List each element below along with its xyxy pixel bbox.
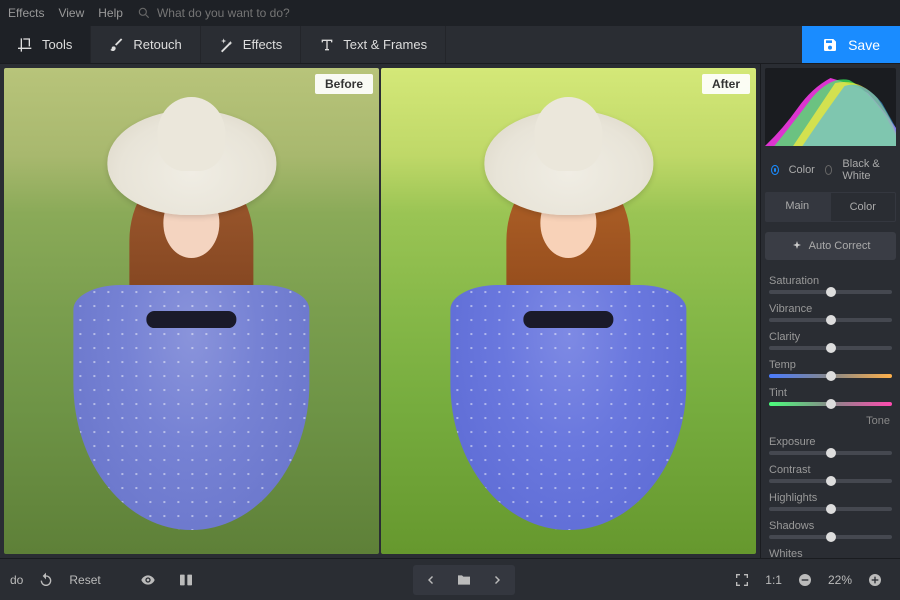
- bottom-bar: do Reset 1:1 22%: [0, 558, 900, 600]
- undo-label[interactable]: do: [10, 573, 23, 587]
- slider-highlights[interactable]: Highlights: [769, 492, 892, 511]
- tab-retouch[interactable]: Retouch: [91, 26, 200, 63]
- subtab-color[interactable]: Color: [830, 192, 897, 222]
- tab-retouch-label: Retouch: [133, 37, 181, 52]
- slider-saturation-label: Saturation: [769, 275, 892, 287]
- fit-icon: [734, 572, 750, 588]
- chevron-left-icon: [422, 572, 438, 588]
- next-image-button[interactable]: [481, 565, 515, 595]
- histogram-chart: [765, 68, 896, 146]
- tab-text-frames-label: Text & Frames: [343, 37, 427, 52]
- slider-exposure[interactable]: Exposure: [769, 436, 892, 455]
- chevron-right-icon: [490, 572, 506, 588]
- zoom-out-button[interactable]: [790, 565, 820, 595]
- tone-heading: Tone: [769, 415, 892, 427]
- slider-clarity-label: Clarity: [769, 331, 892, 343]
- zoom-percent: 22%: [828, 573, 852, 587]
- sliders-panel: Saturation Vibrance Clarity Temp Tint To…: [761, 264, 900, 558]
- auto-correct-label: Auto Correct: [809, 240, 871, 252]
- compare-button[interactable]: [171, 565, 201, 595]
- folder-icon: [456, 572, 472, 588]
- compare-icon: [178, 572, 194, 588]
- slider-tint-label: Tint: [769, 387, 892, 399]
- radio-bw[interactable]: [825, 165, 833, 175]
- menu-effects[interactable]: Effects: [8, 6, 44, 20]
- slider-saturation[interactable]: Saturation: [769, 275, 892, 294]
- radio-color-label: Color: [789, 164, 815, 176]
- auto-correct-button[interactable]: Auto Correct: [765, 232, 896, 260]
- nav-group: [413, 565, 515, 595]
- slider-shadows-label: Shadows: [769, 520, 892, 532]
- zoom-ratio-button[interactable]: 1:1: [765, 573, 782, 587]
- image-after[interactable]: After: [381, 68, 756, 554]
- save-icon: [822, 37, 838, 53]
- undo-icon: [38, 572, 54, 588]
- prev-image-button[interactable]: [413, 565, 447, 595]
- search-box: [137, 6, 337, 20]
- slider-clarity[interactable]: Clarity: [769, 331, 892, 350]
- fit-screen-button[interactable]: [727, 565, 757, 595]
- eye-icon: [140, 572, 156, 588]
- image-before[interactable]: Before: [4, 68, 379, 554]
- tab-tools[interactable]: Tools: [0, 26, 91, 63]
- tab-effects[interactable]: Effects: [201, 26, 302, 63]
- search-icon: [137, 6, 151, 20]
- slider-whites[interactable]: Whites: [769, 548, 892, 558]
- reset-button[interactable]: Reset: [69, 573, 100, 587]
- save-label: Save: [848, 37, 880, 53]
- tab-tools-label: Tools: [42, 37, 72, 52]
- slider-vibrance[interactable]: Vibrance: [769, 303, 892, 322]
- undo-button[interactable]: [31, 565, 61, 595]
- slider-whites-label: Whites: [769, 548, 892, 558]
- slider-exposure-label: Exposure: [769, 436, 892, 448]
- sparkle-icon: [791, 240, 803, 252]
- zoom-in-button[interactable]: [860, 565, 890, 595]
- browse-button[interactable]: [447, 565, 481, 595]
- wand-icon: [219, 37, 235, 53]
- radio-color[interactable]: [771, 165, 779, 175]
- sidebar: Color Black & White Main Color Auto Corr…: [760, 64, 900, 558]
- after-badge: After: [702, 74, 750, 94]
- minus-icon: [797, 572, 813, 588]
- slider-highlights-label: Highlights: [769, 492, 892, 504]
- tab-effects-label: Effects: [243, 37, 283, 52]
- slider-tint[interactable]: Tint: [769, 387, 892, 406]
- save-button[interactable]: Save: [802, 26, 900, 63]
- radio-bw-label: Black & White: [842, 158, 890, 182]
- crop-icon: [18, 37, 34, 53]
- slider-temp-label: Temp: [769, 359, 892, 371]
- photo-placeholder: [51, 101, 332, 538]
- histogram[interactable]: [765, 68, 896, 146]
- subtab-main[interactable]: Main: [765, 192, 830, 222]
- color-mode-row: Color Black & White: [761, 150, 900, 190]
- preview-button[interactable]: [133, 565, 163, 595]
- tab-text-frames[interactable]: Text & Frames: [301, 26, 446, 63]
- slider-vibrance-label: Vibrance: [769, 303, 892, 315]
- slider-contrast[interactable]: Contrast: [769, 464, 892, 483]
- slider-shadows[interactable]: Shadows: [769, 520, 892, 539]
- menu-view[interactable]: View: [58, 6, 84, 20]
- canvas: Before After: [0, 64, 760, 558]
- text-icon: [319, 37, 335, 53]
- subtabs: Main Color: [765, 192, 896, 222]
- plus-icon: [867, 572, 883, 588]
- main: Before After Color Black & White Main: [0, 64, 900, 558]
- before-badge: Before: [315, 74, 373, 94]
- brush-icon: [109, 37, 125, 53]
- slider-contrast-label: Contrast: [769, 464, 892, 476]
- toolbar: Tools Retouch Effects Text & Frames Save: [0, 26, 900, 64]
- search-input[interactable]: [157, 6, 337, 20]
- photo-placeholder: [428, 101, 709, 538]
- menu-help[interactable]: Help: [98, 6, 123, 20]
- slider-temp[interactable]: Temp: [769, 359, 892, 378]
- menu-bar: Effects View Help: [0, 0, 900, 26]
